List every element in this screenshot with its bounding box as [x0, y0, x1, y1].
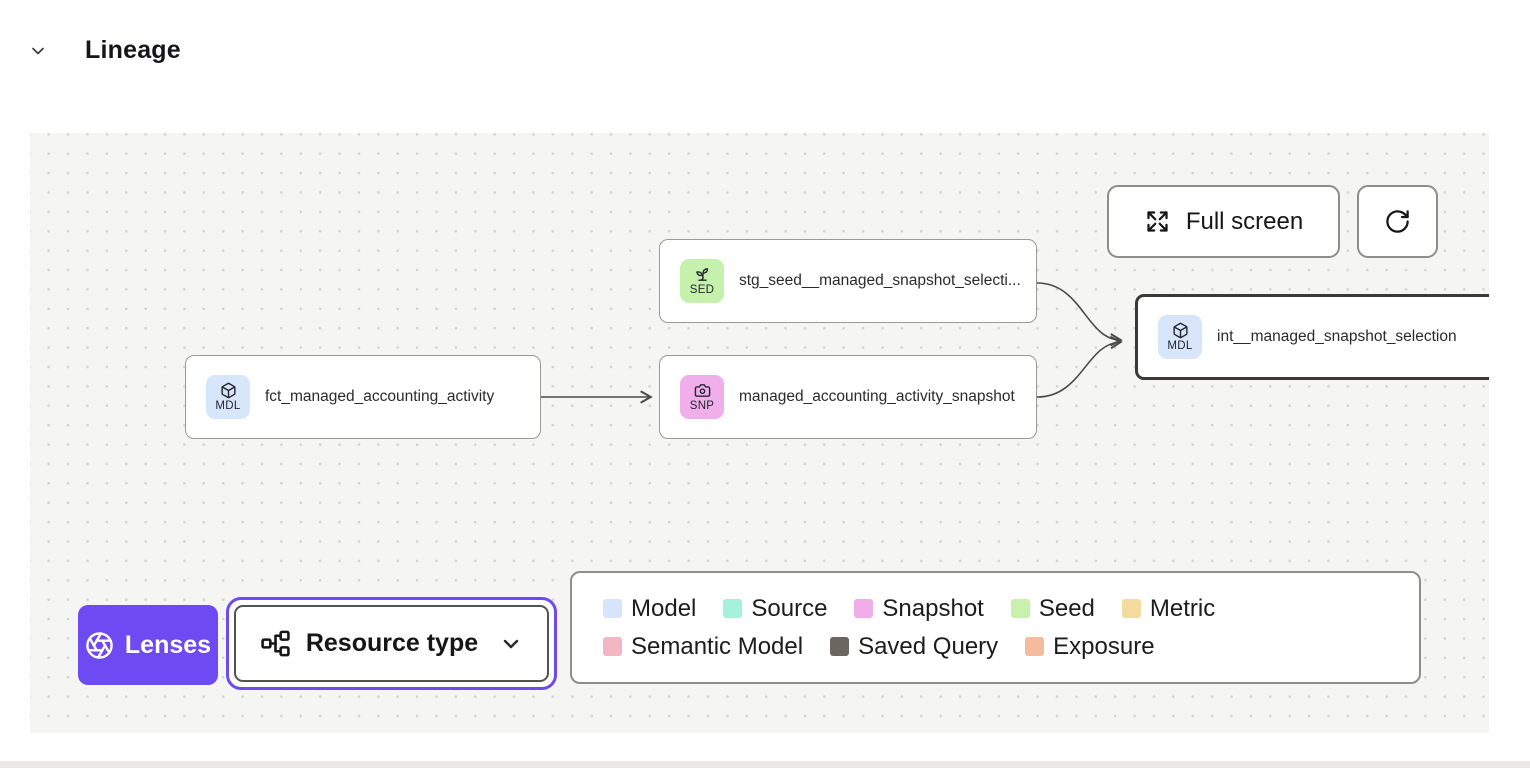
resource-type-label: Resource type	[306, 629, 478, 658]
resource-type-focus-ring: Resource type	[226, 597, 557, 690]
lineage-canvas[interactable]: MDL fct_managed_accounting_activity SED …	[30, 133, 1489, 733]
legend-item-exposure: Exposure	[1025, 633, 1154, 661]
node-label: fct_managed_accounting_activity	[265, 388, 494, 406]
legend-item-semantic-model: Semantic Model	[603, 633, 803, 661]
legend-swatch	[603, 637, 622, 656]
page-title: Lineage	[85, 36, 181, 65]
legend-item-saved-query: Saved Query	[830, 633, 998, 661]
node-label: managed_accounting_activity_snapshot	[739, 388, 1015, 406]
lineage-node-stg-seed-managed-snapshot-selection[interactable]: SED stg_seed__managed_snapshot_selecti..…	[659, 239, 1037, 323]
legend-item-metric: Metric	[1122, 595, 1215, 623]
lenses-label: Lenses	[125, 631, 211, 660]
seed-icon	[694, 266, 711, 283]
hierarchy-icon	[260, 628, 291, 659]
legend-swatch	[854, 599, 873, 618]
legend-row: Semantic Model Saved Query Exposure	[603, 633, 1419, 661]
refresh-icon	[1384, 208, 1411, 235]
fullscreen-button[interactable]: Full screen	[1107, 185, 1340, 258]
edge-seed-to-int	[1037, 283, 1120, 340]
lenses-button[interactable]: Lenses	[78, 605, 218, 685]
legend-swatch	[830, 637, 849, 656]
resource-type-dropdown[interactable]: Resource type	[234, 605, 549, 682]
node-type-badge: MDL	[1158, 315, 1202, 359]
legend-swatch	[723, 599, 742, 618]
lineage-section-header: Lineage	[28, 36, 181, 65]
legend-swatch	[603, 599, 622, 618]
model-icon	[1172, 322, 1189, 339]
legend-swatch	[1011, 599, 1030, 618]
legend-item-seed: Seed	[1011, 595, 1095, 623]
legend-swatch	[1025, 637, 1044, 656]
lineage-node-managed-accounting-activity-snapshot[interactable]: SNP managed_accounting_activity_snapshot	[659, 355, 1037, 439]
aperture-icon	[85, 631, 114, 660]
node-type-badge: MDL	[206, 375, 250, 419]
fullscreen-expand-icon	[1144, 208, 1171, 235]
chevron-down-icon	[499, 632, 523, 656]
model-icon	[220, 382, 237, 399]
lineage-node-fct-managed-accounting-activity[interactable]: MDL fct_managed_accounting_activity	[185, 355, 541, 439]
refresh-button[interactable]	[1357, 185, 1438, 258]
node-badge-label: SED	[690, 285, 715, 297]
legend: Model Source Snapshot Seed Metric S	[570, 571, 1421, 684]
legend-item-snapshot: Snapshot	[854, 595, 983, 623]
node-type-badge: SNP	[680, 375, 724, 419]
edge-snapshot-to-int	[1037, 342, 1120, 397]
node-badge-label: MDL	[1167, 341, 1192, 353]
node-label: stg_seed__managed_snapshot_selecti...	[739, 272, 1021, 290]
node-label: int__managed_snapshot_selection	[1217, 328, 1457, 346]
node-badge-label: SNP	[690, 401, 715, 413]
legend-item-model: Model	[603, 595, 696, 623]
node-type-badge: SED	[680, 259, 724, 303]
lineage-node-int-managed-snapshot-selection[interactable]: MDL int__managed_snapshot_selection	[1135, 294, 1489, 380]
snapshot-icon	[694, 382, 711, 399]
node-badge-label: MDL	[215, 401, 240, 413]
legend-row: Model Source Snapshot Seed Metric	[603, 595, 1419, 623]
legend-swatch	[1122, 599, 1141, 618]
legend-item-source: Source	[723, 595, 827, 623]
fullscreen-label: Full screen	[1186, 208, 1303, 236]
chevron-down-icon[interactable]	[28, 41, 48, 61]
bottom-divider	[0, 761, 1530, 768]
